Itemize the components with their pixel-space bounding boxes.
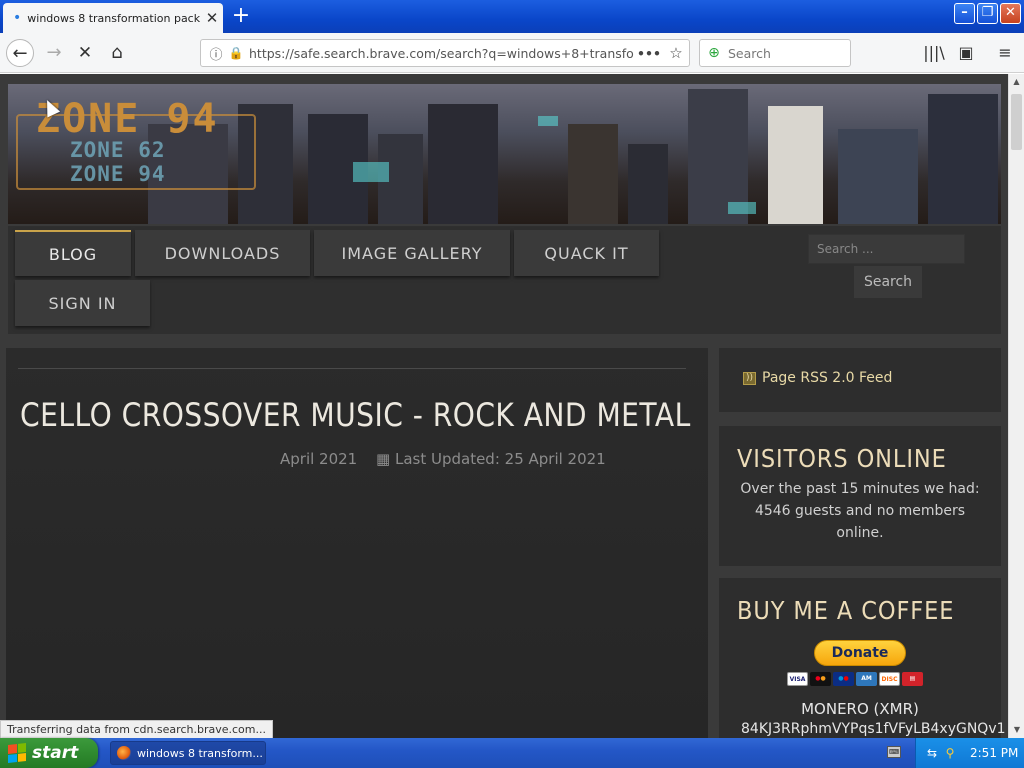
system-tray: ⇆ ⚲ 2:51 PM bbox=[915, 738, 1024, 768]
forward-icon: → bbox=[46, 42, 62, 63]
amex-icon: AM bbox=[856, 672, 877, 686]
menu-item-blog[interactable]: BLOG bbox=[15, 230, 131, 276]
article-title[interactable]: CELLO CROSSOVER MUSIC - ROCK AND METAL bbox=[20, 396, 691, 434]
window-controls: – ❐ ✕ bbox=[954, 3, 1021, 24]
start-button[interactable]: start bbox=[0, 738, 98, 768]
coffee-box: BUY ME A COFFEE Donate VISA ●● ●● AM DIS… bbox=[719, 578, 1006, 738]
bookmark-star-icon[interactable]: ☆ bbox=[663, 44, 689, 62]
logo-subtitle-2: ZONE 94 bbox=[70, 162, 166, 186]
published-date: April 2021 bbox=[280, 450, 358, 468]
stop-icon: ✕ bbox=[77, 43, 93, 63]
bank-card-icon: ▤ bbox=[902, 672, 923, 686]
back-icon: ← bbox=[12, 43, 28, 64]
rss-icon: )) bbox=[743, 371, 756, 385]
calendar-icon: ▦ bbox=[376, 450, 391, 468]
web-page: ZONE 94 ZONE 62 ZONE 94 BLOG DOWNLOADS I… bbox=[0, 74, 1008, 738]
menu-item-image-gallery[interactable]: IMAGE GALLERY bbox=[314, 230, 510, 276]
search-tray-icon[interactable]: ⚲ bbox=[942, 746, 958, 760]
rss-link[interactable]: )) Page RSS 2.0 Feed bbox=[743, 370, 892, 386]
updated-date-text: Last Updated: 25 April 2021 bbox=[394, 450, 606, 468]
forward-button[interactable]: → bbox=[40, 39, 68, 67]
search-icon: ⊕ bbox=[708, 45, 720, 61]
article-divider bbox=[18, 368, 686, 369]
scroll-up-icon[interactable]: ▲ bbox=[1009, 74, 1024, 90]
address-bar[interactable]: ⓘ 🔒 https://safe.search.brave.com/search… bbox=[200, 39, 690, 67]
home-button[interactable]: ⌂ bbox=[103, 39, 131, 67]
hamburger-menu-icon[interactable]: ≡ bbox=[991, 39, 1019, 67]
monero-label: MONERO (XMR) bbox=[801, 700, 919, 718]
site-search-button[interactable]: Search bbox=[854, 266, 922, 298]
windows-flag-icon bbox=[8, 743, 26, 763]
more-icon[interactable]: ••• bbox=[635, 46, 663, 61]
coffee-title: BUY ME A COFFEE bbox=[737, 596, 955, 625]
tab-close-icon[interactable]: ✕ bbox=[201, 9, 223, 27]
logo-subtitle-1: ZONE 62 bbox=[70, 138, 166, 162]
rss-label: Page RSS 2.0 Feed bbox=[762, 370, 893, 386]
donate-button[interactable]: Donate bbox=[814, 640, 906, 666]
maestro-icon: ●● bbox=[833, 672, 854, 686]
scroll-down-icon[interactable]: ▼ bbox=[1009, 722, 1024, 738]
maximize-button[interactable]: ❐ bbox=[977, 3, 998, 24]
navigation-toolbar: ← → ✕ ⌂ ⓘ 🔒 https://safe.search.brave.co… bbox=[0, 33, 1024, 73]
visitors-box: VISITORS ONLINE Over the past 15 minutes… bbox=[719, 426, 1001, 566]
tab-active[interactable]: • windows 8 transformation pack - 8 ✕ bbox=[3, 3, 223, 33]
minimize-button[interactable]: – bbox=[954, 3, 975, 24]
site-banner: ZONE 94 ZONE 62 ZONE 94 bbox=[8, 84, 1001, 224]
browser-search-box[interactable]: ⊕ Search bbox=[699, 39, 851, 67]
loading-dot-icon: • bbox=[13, 10, 22, 26]
menu-item-sign-in[interactable]: SIGN IN bbox=[15, 280, 150, 326]
visa-card-icon: VISA bbox=[787, 672, 808, 686]
scrollbar-thumb[interactable] bbox=[1011, 94, 1022, 150]
site-logo[interactable]: ZONE 94 bbox=[36, 96, 219, 142]
search-placeholder: Search bbox=[728, 45, 771, 61]
page-scrollbar[interactable]: ▲ ▼ bbox=[1008, 74, 1024, 738]
new-tab-button[interactable]: + bbox=[228, 4, 254, 30]
close-window-button[interactable]: ✕ bbox=[1000, 3, 1021, 24]
site-search-input[interactable]: Search ... bbox=[808, 234, 965, 264]
sidebar-icon[interactable]: ▣ bbox=[952, 39, 980, 67]
library-icon[interactable]: |||\ bbox=[920, 39, 948, 67]
network-icon[interactable]: ⇆ bbox=[924, 746, 940, 760]
taskbar-item-browser[interactable]: windows 8 transform... bbox=[110, 741, 266, 765]
visitors-text: Over the past 15 minutes we had: 4546 gu… bbox=[740, 481, 980, 541]
lock-icon: 🔒 bbox=[228, 46, 244, 60]
keyboard-icon[interactable]: ⌨ bbox=[887, 746, 901, 758]
task-label: windows 8 transform... bbox=[137, 746, 263, 760]
site-navigation: BLOG DOWNLOADS IMAGE GALLERY QUACK IT SI… bbox=[8, 226, 1001, 334]
browser-status-bar: Transferring data from cdn.search.brave.… bbox=[0, 720, 273, 740]
menu-item-downloads[interactable]: DOWNLOADS bbox=[135, 230, 310, 276]
mastercard-icon: ●● bbox=[810, 672, 831, 686]
taskbar: start windows 8 transform... ⌨ ⇆ ⚲ 2:51 … bbox=[0, 738, 1024, 768]
firefox-icon bbox=[117, 746, 131, 760]
monero-wallet-address: 84KJ3RRphmVYPqs1fVFyLB4xyGNQv1 bbox=[741, 721, 1006, 737]
rss-box: )) Page RSS 2.0 Feed bbox=[719, 348, 1001, 412]
tab-title: windows 8 transformation pack - 8 bbox=[27, 11, 201, 25]
back-button[interactable]: ← bbox=[6, 39, 34, 67]
updated-date: ▦ Last Updated: 25 April 2021 bbox=[376, 450, 606, 468]
info-icon[interactable]: ⓘ bbox=[205, 44, 227, 63]
url-text[interactable]: https://safe.search.brave.com/search?q=w… bbox=[245, 46, 635, 61]
start-label: start bbox=[32, 743, 79, 763]
discover-icon: DISC bbox=[879, 672, 900, 686]
clock[interactable]: 2:51 PM bbox=[970, 746, 1018, 760]
menu-item-quack-it[interactable]: QUACK IT bbox=[514, 230, 659, 276]
stop-button[interactable]: ✕ bbox=[71, 39, 99, 67]
browser-titlebar: • windows 8 transformation pack - 8 ✕ + … bbox=[0, 0, 1024, 33]
payment-cards: VISA ●● ●● AM DISC ▤ bbox=[787, 672, 923, 686]
home-icon: ⌂ bbox=[111, 42, 123, 63]
visitors-title: VISITORS ONLINE bbox=[737, 444, 947, 473]
